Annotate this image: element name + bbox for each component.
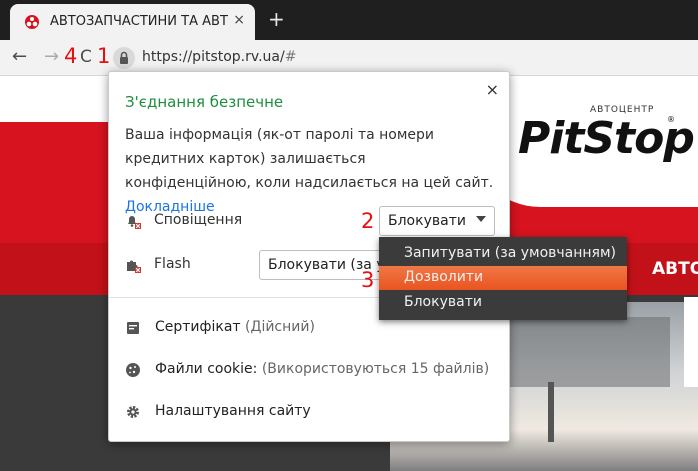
lock-icon [120,51,128,64]
certificate-label: Сертифікат [155,319,241,335]
permission-label: Сповіщення [154,212,243,228]
close-icon[interactable]: × [486,80,499,99]
address-bar[interactable]: https://pitstop.rv.ua/# [142,49,296,65]
certificate-icon [127,322,139,334]
permission-label: Flash [154,256,191,272]
hero-photo-post [548,382,554,442]
chevron-down-icon [476,216,486,222]
connection-secure-title: З'єднання безпечне [125,93,284,111]
notifications-blocked-icon [128,216,141,229]
dropdown-option-block[interactable]: Блокувати [379,291,627,315]
option-label: Дозволити [404,269,484,285]
select-value: Блокувати [388,213,466,229]
cookies-label: Файли cookie: [155,361,258,377]
option-label: Блокувати [404,294,482,310]
registered-mark: ® [667,115,675,124]
cookies-status: (Використовуються 15 файлів) [261,361,490,377]
back-button[interactable]: ← [12,46,27,67]
annotation-3: 3 [361,268,375,292]
site-nav-item[interactable]: АВТО [652,259,698,279]
certificate-status: (Дійсний) [245,319,315,335]
description-text: Ваша інформація (як-от паролі та номери … [125,127,494,191]
cookie-icon [126,363,140,377]
annotation-2: 2 [361,209,375,233]
site-favicon-icon [25,15,39,29]
annotation-4: 4 [64,44,78,68]
annotation-1: 1 [97,44,111,68]
url-hash: # [284,49,297,65]
new-tab-button[interactable]: + [268,9,285,29]
connection-description: Ваша інформація (як-от паролі та номери … [125,123,495,219]
site-info-button[interactable] [113,47,135,69]
gear-icon [127,406,139,418]
notifications-select[interactable]: Блокувати [379,206,495,236]
browser-tab[interactable]: АВТОЗАПЧАСТИНИ ТА АВТОСЕРВІС × [10,4,255,40]
tab-title: АВТОЗАПЧАСТИНИ ТА АВТОСЕРВІС [50,14,228,29]
reload-button[interactable]: C [80,47,92,67]
dropdown-option-allow[interactable]: Дозволити [379,266,627,290]
hero-photo-edge [684,297,698,387]
notifications-dropdown-menu: Запитувати (за умовчанням) Дозволити Бло… [379,237,627,320]
plugin-blocked-icon [127,260,141,273]
forward-button[interactable]: → [44,46,59,67]
url-text: https://pitstop.rv.ua/ [142,49,285,65]
option-label: Запитувати (за умовчанням) [404,245,616,261]
tab-close-icon[interactable]: × [233,12,245,28]
dropdown-option-ask[interactable]: Запитувати (за умовчанням) [379,242,627,266]
site-settings-label: Налаштування сайту [155,403,311,419]
tab-strip: АВТОЗАПЧАСТИНИ ТА АВТОСЕРВІС × + [0,0,698,40]
